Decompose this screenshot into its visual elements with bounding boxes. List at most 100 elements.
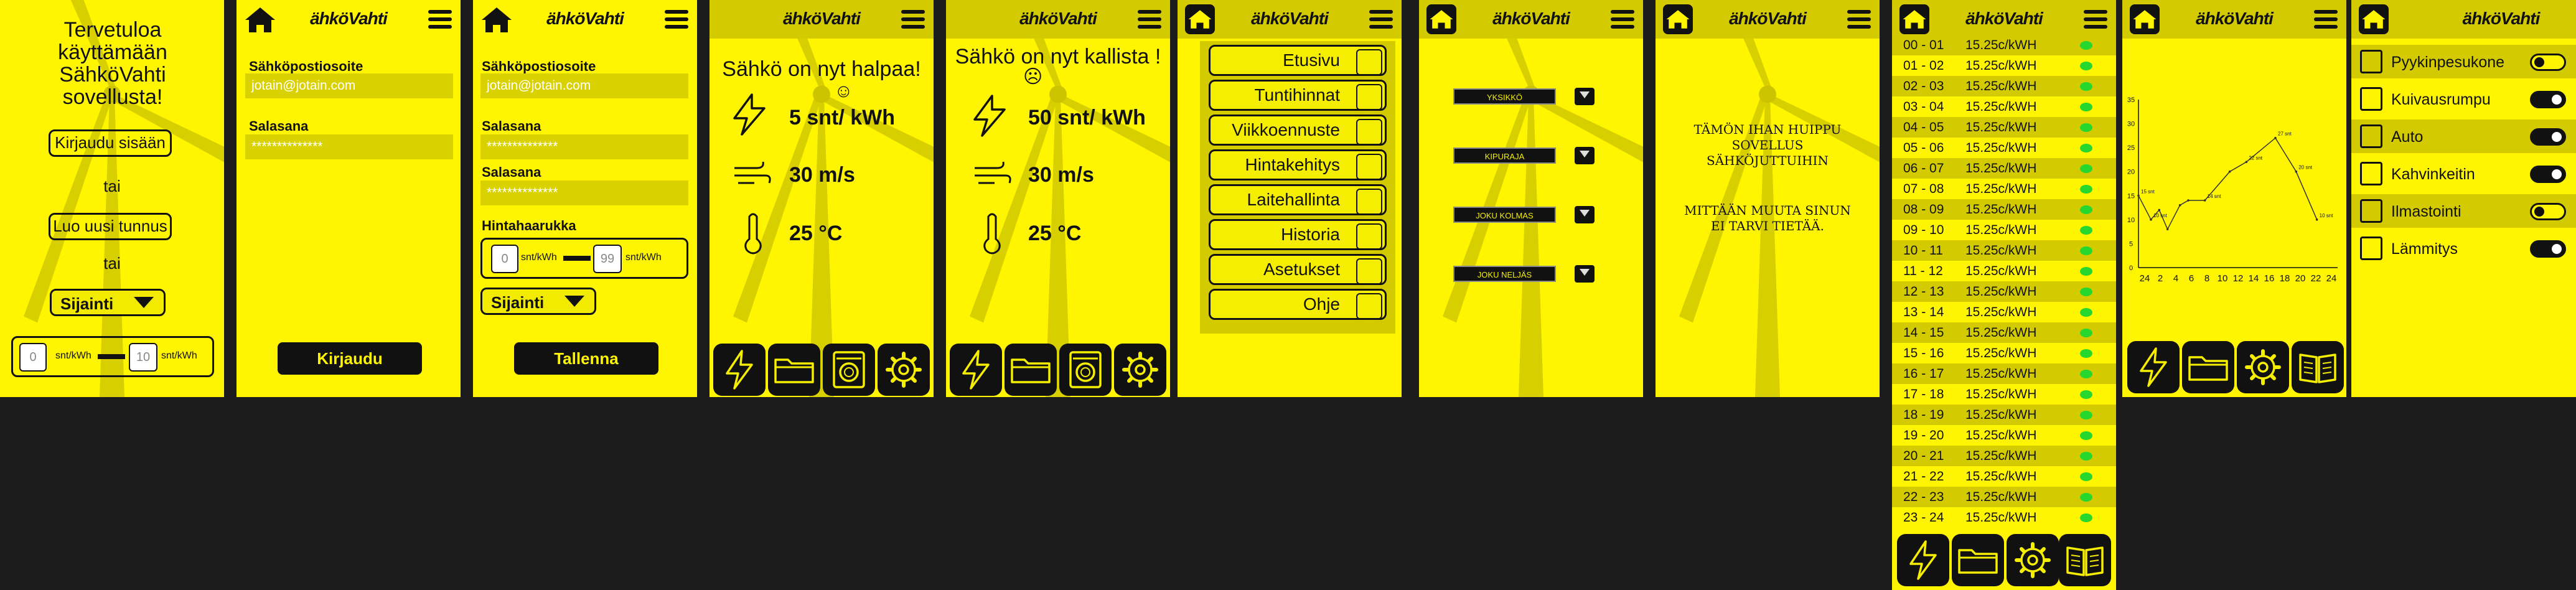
status-dot [2080, 41, 2092, 50]
menu-item-etusivu[interactable]: Etusivu [1209, 45, 1387, 76]
hour-price: 15.25c/kWH [1965, 408, 2037, 422]
email-field[interactable]: jotain@jotain.com [480, 73, 688, 98]
menu-item-asetukset[interactable]: Asetukset [1209, 254, 1387, 285]
device-row: Pyykinpesukone [2351, 45, 2576, 78]
hamburger-menu-icon[interactable] [1847, 10, 1871, 29]
create-account-button[interactable]: Luo uusi tunnus [49, 213, 172, 240]
location-select[interactable]: Sijainti [480, 288, 596, 315]
x-tick-label: 14 [2249, 273, 2259, 284]
chevron-down-icon[interactable] [1575, 147, 1595, 164]
menu-item-label: Historia [1281, 225, 1340, 244]
nav-hourly-prices-button[interactable] [713, 344, 766, 396]
hamburger-menu-icon[interactable] [2314, 10, 2338, 29]
nav-settings-button[interactable] [1114, 344, 1166, 396]
menu-item-ohje[interactable]: Ohje [1209, 289, 1387, 320]
x-tick-label: 8 [2204, 273, 2209, 284]
range-min-input[interactable]: 0 [491, 245, 518, 273]
nav-hourly-prices-button[interactable] [1897, 534, 1949, 586]
nav-settings-button[interactable] [878, 344, 930, 396]
toggle-knob [2534, 57, 2544, 67]
price-value: 50 snt/ kWh [1028, 106, 1146, 129]
hamburger-menu-icon[interactable] [1138, 10, 1161, 29]
nav-hourly-prices-button[interactable] [2127, 341, 2180, 393]
menu-item-hintakehitys[interactable]: Hintakehitys [1209, 149, 1387, 180]
toggle-knob [2552, 244, 2562, 254]
hamburger-menu-icon[interactable] [1611, 10, 1634, 29]
hour-price: 15.25c/kWH [1965, 428, 2037, 442]
hamburger-menu-icon[interactable] [665, 10, 688, 29]
device-toggle[interactable] [2530, 128, 2566, 146]
nav-settings-button[interactable] [2237, 341, 2289, 393]
app-header: ähköVahti [1419, 0, 1643, 39]
hamburger-menu-icon[interactable] [2084, 10, 2107, 29]
device-name: Ilmastointi [2391, 203, 2461, 220]
app-header: ähköVahti [1656, 0, 1880, 39]
status-dot [2080, 226, 2092, 235]
hour-price: 15.25c/kWH [1965, 490, 2037, 504]
login-button[interactable]: Kirjaudu [278, 342, 422, 375]
price-row: 01 - 02 15.25c/kWH [1892, 55, 2116, 76]
password-field[interactable]: ************** [245, 134, 453, 159]
nav-settings-button[interactable] [2007, 534, 2059, 586]
login-screen: ähköVahti Sähköpostiosoite jotain@jotain… [237, 0, 461, 397]
chevron-down-icon [564, 296, 584, 307]
hamburger-menu-icon[interactable] [901, 10, 925, 29]
menu-item-historia[interactable]: Historia [1209, 219, 1387, 250]
price-row: 08 - 09 15.25c/kWH [1892, 199, 2116, 220]
device-toggle[interactable] [2530, 54, 2566, 71]
menu-item-viikkoennuste[interactable]: Viikkoennuste [1209, 115, 1387, 146]
price-row: 22 - 23 15.25c/kWH [1892, 487, 2116, 507]
range-max-input[interactable]: 10 [129, 343, 157, 372]
hamburger-menu-icon[interactable] [428, 10, 452, 29]
chevron-down-icon[interactable] [1575, 88, 1595, 105]
sad-face-icon: ☹ [1023, 67, 1043, 87]
register-screen: ähköVahti Sähköpostiosoite jotain@jotain… [473, 0, 697, 397]
nav-help-button[interactable] [2292, 341, 2344, 393]
folder-icon [768, 344, 820, 396]
app-logo: ähköVahti [546, 9, 624, 28]
hamburger-menu-icon[interactable] [1369, 10, 1393, 29]
password-label: Salasana [482, 118, 541, 134]
status-dot [2080, 370, 2092, 378]
device-toggle[interactable] [2530, 91, 2566, 108]
chevron-down-icon[interactable] [1575, 265, 1595, 283]
hour-price: 15.25c/kWH [1965, 223, 2037, 237]
price-row: 14 - 15 15.25c/kWH [1892, 322, 2116, 343]
device-toggle[interactable] [2530, 166, 2566, 183]
nav-hourly-prices-button[interactable] [950, 344, 1002, 396]
password-field[interactable]: ************** [480, 134, 688, 159]
email-field[interactable]: jotain@jotain.com [245, 73, 453, 98]
menu-item-laitehallinta[interactable]: Laitehallinta [1209, 184, 1387, 215]
nav-history-button[interactable] [1952, 534, 2004, 586]
wind-turbine-background [1656, 0, 1880, 397]
device-name: Kuivausrumpu [2391, 91, 2491, 108]
nav-devices-button[interactable] [823, 344, 875, 396]
hour-price: 15.25c/kWH [1965, 38, 2037, 52]
y-tick-label: 20 [2127, 169, 2135, 176]
menu-item-label: Tuntihinnat [1254, 85, 1341, 105]
range-min-input[interactable]: 0 [19, 343, 47, 372]
chevron-down-icon[interactable] [1575, 206, 1595, 223]
nav-history-button[interactable] [2182, 341, 2234, 393]
price-row: 10 - 11 15.25c/kWH [1892, 240, 2116, 261]
password-confirm-field[interactable]: ************** [480, 180, 688, 205]
home-icon[interactable] [2359, 4, 2389, 34]
hour-price: 15.25c/kWH [1965, 469, 2037, 484]
nav-help-button[interactable] [2059, 534, 2111, 586]
device-toggle[interactable] [2530, 240, 2566, 258]
data-point [2245, 161, 2248, 164]
save-button[interactable]: Tallenna [514, 342, 658, 375]
menu-item-tuntihinnat[interactable]: Tuntihinnat [1209, 80, 1387, 111]
gear-icon [878, 344, 930, 396]
nav-history-button[interactable] [1005, 344, 1057, 396]
range-max-input[interactable]: 99 [593, 245, 622, 273]
location-select[interactable]: Sijainti [50, 289, 166, 316]
device-name: Kahvinkeitin [2391, 166, 2475, 183]
nav-devices-button[interactable] [1059, 344, 1112, 396]
nav-history-button[interactable] [768, 344, 820, 396]
home-expensive-screen: ähköVahti Sähkö on nyt kallista ! ☹ 50 s… [946, 0, 1170, 397]
settings-option: JOKU NELJÄS [1453, 266, 1556, 282]
app-logo: ähköVahti [2462, 9, 2541, 28]
device-toggle[interactable] [2530, 203, 2566, 220]
login-link-button[interactable]: Kirjaudu sisään [49, 129, 172, 157]
